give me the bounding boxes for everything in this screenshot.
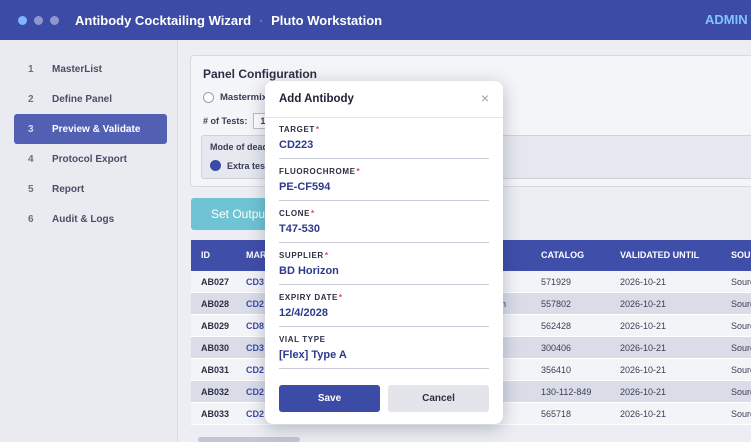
- expiry-date-label: EXPIRY DATE*: [279, 293, 343, 302]
- cancel-button[interactable]: Cancel: [388, 385, 489, 412]
- fluorochrome-value[interactable]: PE-CF594: [279, 181, 330, 193]
- clone-value[interactable]: T47-530: [279, 223, 320, 235]
- expiry-date-field[interactable]: EXPIRY DATE* 12/4/2028: [279, 289, 489, 327]
- expiry-date-value[interactable]: 12/4/2028: [279, 307, 328, 319]
- dialog-header: Add Antibody ×: [265, 81, 503, 118]
- vial-type-label: VIAL TYPE: [279, 335, 326, 344]
- fluorochrome-field[interactable]: FLUOROCHROME* PE-CF594: [279, 163, 489, 201]
- supplier-value[interactable]: BD Horizon: [279, 265, 339, 277]
- field-label-text: CLONE: [279, 209, 310, 218]
- clone-label: CLONE*: [279, 209, 315, 218]
- save-button[interactable]: Save: [279, 385, 380, 412]
- dialog-title: Add Antibody: [279, 93, 354, 105]
- target-field[interactable]: TARGET* CD223: [279, 121, 489, 159]
- clone-field[interactable]: CLONE* T47-530: [279, 205, 489, 243]
- required-marker: *: [311, 209, 315, 218]
- required-marker: *: [315, 125, 320, 134]
- vial-type-value[interactable]: [Flex] Type A: [279, 349, 347, 361]
- field-label-text: EXPIRY DATE: [279, 293, 338, 302]
- field-label-text: FLUOROCHROME: [279, 167, 356, 176]
- add-antibody-dialog: Add Antibody × TARGET* CD223 FLUOROCHROME*…: [265, 81, 503, 424]
- modal-overlay: Add Antibody × TARGET* CD223 FLUOROCHROME*…: [0, 0, 751, 442]
- supplier-field[interactable]: SUPPLIER* BD Horizon: [279, 247, 489, 285]
- vial-type-field[interactable]: VIAL TYPE [Flex] Type A: [279, 331, 489, 369]
- required-marker: *: [324, 251, 329, 260]
- required-marker: *: [338, 293, 343, 302]
- target-value[interactable]: CD223: [279, 139, 313, 151]
- target-label: TARGET*: [279, 125, 320, 134]
- field-label-text: TARGET: [279, 125, 315, 134]
- field-label-text: VIAL TYPE: [279, 335, 326, 344]
- field-label-text: SUPPLIER: [279, 251, 324, 260]
- required-marker: *: [356, 167, 361, 176]
- fluorochrome-label: FLUOROCHROME*: [279, 167, 360, 176]
- close-icon[interactable]: ×: [481, 90, 489, 106]
- supplier-label: SUPPLIER*: [279, 251, 329, 260]
